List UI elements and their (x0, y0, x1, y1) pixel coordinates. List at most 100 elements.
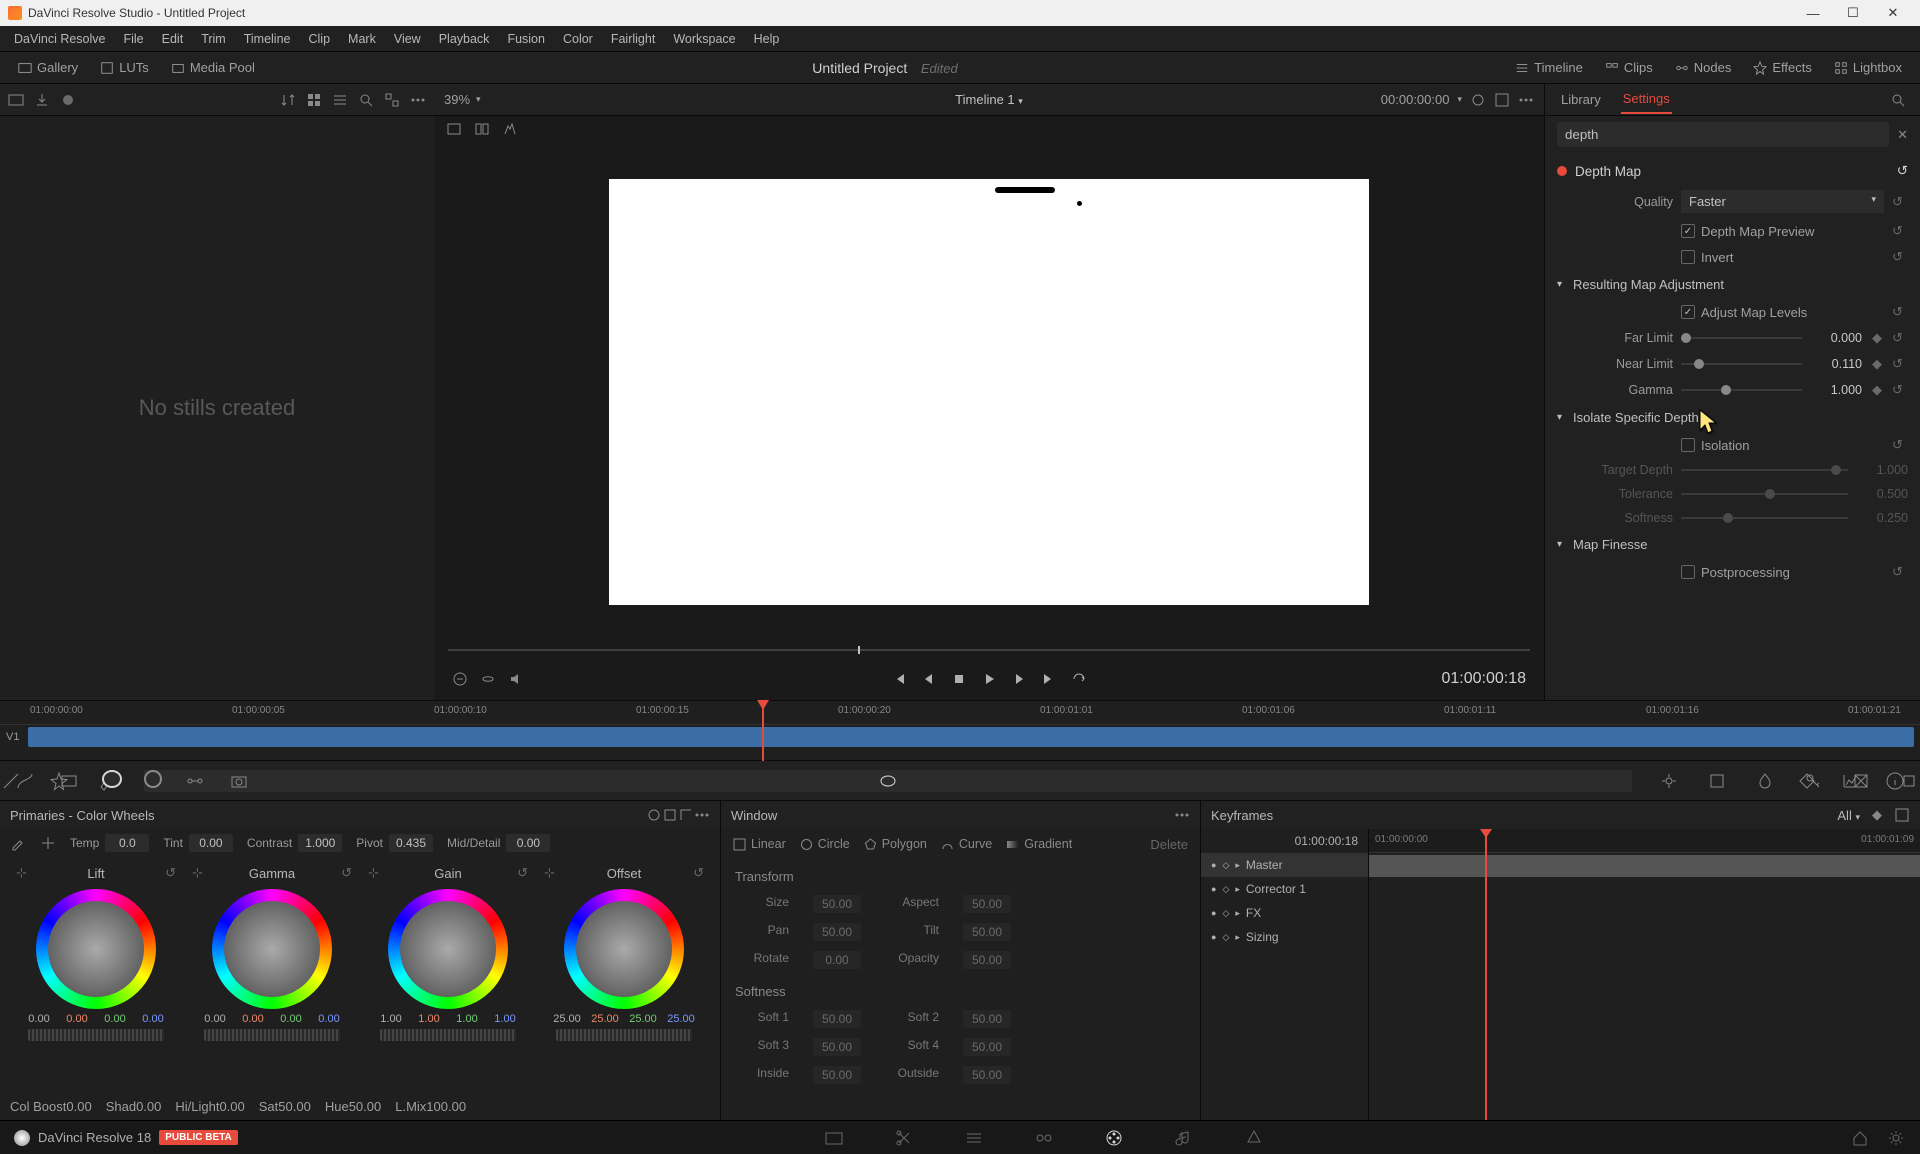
aspect-value[interactable]: 50.00 (963, 895, 1011, 913)
last-frame-icon[interactable] (1041, 671, 1057, 687)
menu-clip[interactable]: Clip (301, 29, 339, 49)
menu-view[interactable]: View (386, 29, 429, 49)
stop-icon[interactable] (951, 671, 967, 687)
auto-balance-icon[interactable] (40, 835, 56, 851)
kf-diamond-icon[interactable]: ◆ (1872, 807, 1882, 823)
timeline-playhead[interactable] (762, 701, 764, 761)
info-icon[interactable] (1884, 770, 1906, 792)
more-icon[interactable] (410, 92, 426, 108)
gamma-keyframe-icon[interactable]: ◆ (1870, 382, 1884, 398)
wheel-picker-icon[interactable]: ⊹ (16, 865, 27, 881)
reset-preview-icon[interactable]: ↺ (1892, 223, 1908, 239)
close-button[interactable]: ✕ (1874, 2, 1912, 24)
menu-timeline[interactable]: Timeline (236, 29, 299, 49)
maximize-button[interactable]: ☐ (1834, 2, 1872, 24)
play-icon[interactable] (981, 671, 997, 687)
soft2-value[interactable]: 50.00 (963, 1010, 1011, 1028)
soft1-value[interactable]: 50.00 (813, 1010, 861, 1028)
adjust-levels-checkbox[interactable] (1681, 305, 1695, 319)
wheel-reset-icon[interactable]: ↺ (165, 865, 176, 881)
isolation-checkbox[interactable] (1681, 438, 1695, 452)
shape-polygon[interactable]: Polygon (864, 837, 927, 851)
wheel-jog-gain[interactable] (380, 1029, 516, 1041)
outside-value[interactable]: 50.00 (963, 1066, 1011, 1084)
menu-edit[interactable]: Edit (154, 29, 192, 49)
soft4-value[interactable]: 50.00 (963, 1038, 1011, 1056)
record-icon[interactable] (60, 92, 76, 108)
lmix-value[interactable]: 100.00 (426, 1099, 466, 1114)
wheel-picker-icon[interactable]: ⊹ (544, 865, 555, 881)
page-fusion[interactable] (1034, 1128, 1054, 1148)
reset-postproc-icon[interactable]: ↺ (1892, 564, 1908, 580)
inside-value[interactable]: 50.00 (813, 1066, 861, 1084)
viewer-more-icon[interactable] (1518, 92, 1534, 108)
settings-icon[interactable] (1886, 1128, 1906, 1148)
menu-workspace[interactable]: Workspace (665, 29, 743, 49)
timecode-in[interactable]: 00:00:00:00 (1381, 92, 1450, 107)
expand-viewer-icon[interactable] (1494, 92, 1510, 108)
rotate-value[interactable]: 0.00 (813, 951, 861, 969)
gamma-value[interactable]: 1.000 (1810, 383, 1862, 397)
shape-circle[interactable]: Circle (800, 837, 850, 851)
prev-frame-icon[interactable] (921, 671, 937, 687)
timeline-toggle[interactable]: Timeline (1507, 57, 1591, 78)
depth-preview-checkbox[interactable] (1681, 224, 1695, 238)
reset-far-icon[interactable]: ↺ (1892, 330, 1908, 346)
nodes-toggle[interactable]: Nodes (1667, 57, 1740, 78)
kf-expand-icon[interactable] (1894, 807, 1910, 823)
timecode-current[interactable]: 01:00:00:18 (1441, 670, 1526, 688)
next-frame-icon[interactable] (1011, 671, 1027, 687)
tracking-icon[interactable] (1658, 770, 1680, 792)
wheel-jog-offset[interactable] (556, 1029, 692, 1041)
menu-fusion[interactable]: Fusion (499, 29, 553, 49)
postprocessing-checkbox[interactable] (1681, 565, 1695, 579)
primaries-more-icon[interactable] (694, 807, 710, 823)
minimize-button[interactable]: — (1794, 2, 1832, 24)
page-cut[interactable] (894, 1128, 914, 1148)
color-wheel-offset[interactable] (564, 889, 684, 1009)
wheel-jog-lift[interactable] (28, 1029, 164, 1041)
timeline-clip[interactable] (28, 727, 1914, 747)
timeline-name[interactable]: Timeline 1 ▾ (955, 92, 1023, 107)
tilt-value[interactable]: 50.00 (963, 923, 1011, 941)
clips-toggle[interactable]: Clips (1597, 57, 1661, 78)
menu-playback[interactable]: Playback (431, 29, 498, 49)
kf-node-fx[interactable]: ●◇▸FX (1201, 901, 1368, 925)
menu-fairlight[interactable]: Fairlight (603, 29, 663, 49)
contrast-value[interactable]: 1.000 (298, 834, 342, 852)
export-icon[interactable] (34, 92, 50, 108)
reset-isolation-icon[interactable]: ↺ (1892, 437, 1908, 453)
quality-select[interactable]: Faster▾ (1681, 190, 1884, 213)
shad-value[interactable]: 0.00 (136, 1099, 161, 1114)
sort-icon[interactable] (280, 92, 296, 108)
search-icon[interactable] (358, 92, 374, 108)
hue-value[interactable]: 50.00 (349, 1099, 382, 1114)
soft3-value[interactable]: 50.00 (813, 1038, 861, 1056)
curves-icon[interactable] (14, 770, 36, 792)
wheel-picker-icon[interactable]: ⊹ (368, 865, 379, 881)
depth-map-header[interactable]: Depth Map ↺ (1557, 157, 1908, 185)
highlight-icon[interactable] (502, 121, 518, 137)
reset-near-icon[interactable]: ↺ (1892, 356, 1908, 372)
split-icon[interactable] (474, 121, 490, 137)
camera-raw-icon[interactable] (228, 770, 250, 792)
bypass-icon[interactable] (452, 671, 468, 687)
color-wheel-lift[interactable] (36, 889, 156, 1009)
temp-value[interactable]: 0.0 (105, 834, 149, 852)
reset-adjust-levels-icon[interactable]: ↺ (1892, 304, 1908, 320)
gamma-slider[interactable] (1681, 383, 1802, 397)
menu-trim[interactable]: Trim (193, 29, 234, 49)
size-value[interactable]: 50.00 (813, 895, 861, 913)
wheel-reset-icon[interactable]: ↺ (693, 865, 704, 881)
reset-invert-icon[interactable]: ↺ (1892, 249, 1908, 265)
kf-node-corrector1[interactable]: ●◇▸Corrector 1 (1201, 877, 1368, 901)
near-limit-value[interactable]: 0.110 (1810, 357, 1862, 371)
zoom-dropdown-icon[interactable]: ▾ (476, 94, 481, 105)
tint-value[interactable]: 0.00 (189, 834, 233, 852)
primaries-mode1-icon[interactable] (646, 807, 662, 823)
qualifier-rect-icon[interactable] (58, 770, 80, 792)
page-color[interactable] (1104, 1128, 1124, 1148)
keyframes-all[interactable]: All ▾ (1837, 808, 1860, 823)
image-wipe-icon[interactable] (446, 121, 462, 137)
home-icon[interactable] (1850, 1128, 1870, 1148)
